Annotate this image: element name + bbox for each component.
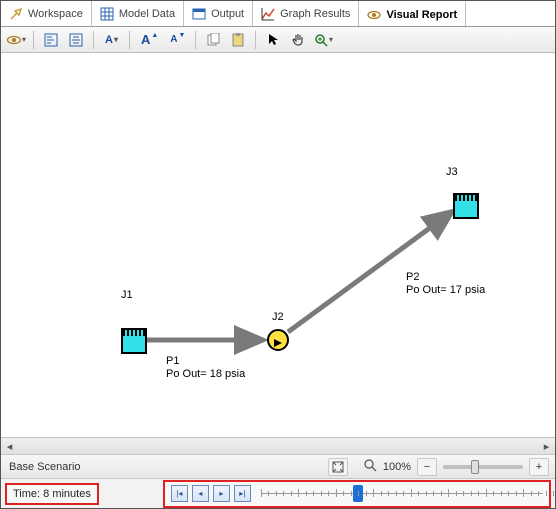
pipe-label-p2-name: P2 [406, 271, 419, 283]
pipe-label-p1-name: P1 [166, 355, 179, 367]
junction-j1[interactable] [121, 328, 147, 354]
eye-icon [367, 8, 381, 22]
pointer-button[interactable] [262, 29, 284, 51]
tabstrip: Workspace Model Data Output Graph Result… [1, 1, 555, 27]
junction-label-j2: J2 [272, 311, 284, 323]
time-prev-button[interactable]: ◂ [192, 485, 209, 502]
time-slider[interactable] [261, 484, 543, 504]
magnifier-icon [364, 459, 377, 475]
tab-visual-report[interactable]: Visual Report [359, 1, 466, 26]
toggle-visibility-button[interactable]: ▾ [5, 29, 27, 51]
grid-icon [100, 7, 114, 21]
scenario-name: Base Scenario [1, 461, 328, 473]
app-window: Workspace Model Data Output Graph Result… [0, 0, 556, 509]
time-last-button[interactable]: ▸| [234, 485, 251, 502]
separator [129, 31, 130, 49]
fit-view-button[interactable] [328, 458, 348, 476]
chevron-down-icon: ▾ [329, 35, 333, 44]
tab-label: Visual Report [386, 9, 457, 21]
time-label: Time: 8 minutes [5, 483, 99, 505]
tab-model-data[interactable]: Model Data [92, 1, 184, 26]
minus-icon: ▼ [179, 32, 186, 39]
separator [33, 31, 34, 49]
chevron-down-icon: ▾ [114, 35, 118, 44]
output-icon [192, 7, 206, 21]
junction-j3[interactable] [453, 193, 479, 219]
tab-label: Graph Results [280, 8, 350, 20]
pipe-p2[interactable] [288, 211, 453, 332]
time-controls: |◂ ◂ ▸ ▸| [163, 480, 551, 508]
paste-button[interactable] [227, 29, 249, 51]
zoom-button[interactable]: ▾ [312, 29, 334, 51]
diagram-canvas[interactable]: J1 J2 J3 P1 Po Out= 18 psia P2 Po Out= 1… [1, 53, 555, 437]
align-center-button[interactable] [65, 29, 87, 51]
tab-output[interactable]: Output [184, 1, 253, 26]
tab-workspace[interactable]: Workspace [1, 1, 92, 26]
font-decrease-button[interactable]: A▼ [165, 29, 189, 51]
tab-label: Output [211, 8, 244, 20]
font-increase-button[interactable]: A▲ [136, 29, 162, 51]
copy-button[interactable] [202, 29, 224, 51]
tab-label: Model Data [119, 8, 175, 20]
scroll-left-button[interactable]: ◂ [1, 439, 18, 454]
time-bar: Time: 8 minutes |◂ ◂ ▸ ▸| [1, 478, 555, 508]
junction-label-j1: J1 [121, 289, 133, 301]
time-first-button[interactable]: |◂ [171, 485, 188, 502]
zoom-out-button[interactable]: − [417, 458, 437, 476]
pipe-label-p2-prop: Po Out= 17 psia [406, 284, 485, 296]
chevron-down-icon: ▾ [22, 35, 26, 44]
separator [195, 31, 196, 49]
separator [255, 31, 256, 49]
wrench-icon [9, 7, 23, 21]
tab-label: Workspace [28, 8, 83, 20]
zoom-in-button[interactable]: + [529, 458, 549, 476]
junction-label-j3: J3 [446, 166, 458, 178]
plus-icon: ▲ [151, 32, 158, 39]
pan-button[interactable] [287, 29, 309, 51]
graph-icon [261, 7, 275, 21]
toolbar: ▾ A▾ A▲ A▼ [1, 27, 555, 53]
zoom-level: 100% [383, 461, 411, 473]
horizontal-scrollbar[interactable]: ◂ ▸ [1, 437, 555, 454]
separator [93, 31, 94, 49]
zoom-slider-thumb[interactable] [471, 460, 479, 474]
zoom-slider[interactable] [443, 465, 523, 469]
align-left-button[interactable] [40, 29, 62, 51]
pipe-label-p1-prop: Po Out= 18 psia [166, 368, 245, 380]
font-button[interactable]: A▾ [100, 29, 123, 51]
time-next-button[interactable]: ▸ [213, 485, 230, 502]
tab-graph-results[interactable]: Graph Results [253, 1, 359, 26]
junction-j2[interactable] [267, 329, 289, 351]
status-bar: Base Scenario 100% − + [1, 454, 555, 478]
scroll-right-button[interactable]: ▸ [538, 439, 555, 454]
